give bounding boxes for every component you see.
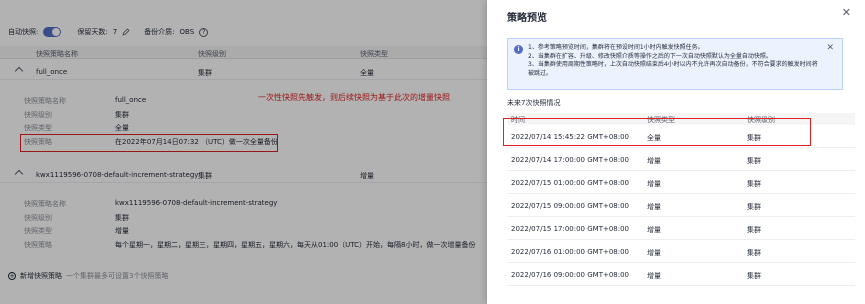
info-icon: i <box>514 45 523 54</box>
schedule-type: 增量 <box>647 157 661 165</box>
schedule-level: 集群 <box>747 157 761 165</box>
schedule-time: 2022/07/16 01:00:00 GMT+08:00 <box>511 248 630 256</box>
schedule-row: 2022/07/15 17:00:00 GMT+08:00 增量 集群 <box>507 218 855 240</box>
schedule-level: 集群 <box>747 249 761 257</box>
schedule-time: 2022/07/14 17:00:00 GMT+08:00 <box>511 156 630 164</box>
snapshot-policy-page: 自动快照: 保留天数: 7 备份介质: OBS ? 快照策略名称 快照级别 快照… <box>0 0 487 304</box>
schedule-row: 2022/07/15 01:00:00 GMT+08:00 增量 集群 <box>507 172 855 194</box>
schedule-row: 2022/07/14 17:00:00 GMT+08:00 增量 集群 <box>507 149 855 171</box>
schedule-time: 2022/07/16 09:00:00 GMT+08:00 <box>511 271 630 279</box>
schedule-row: 2022/07/15 09:00:00 GMT+08:00 增量 集群 <box>507 195 855 217</box>
policy-preview-drawer: 策略预览 ✕ i 1、参考策略预览时间，集群将在预设时间1小时内触发快照任务。 … <box>487 0 865 304</box>
schedule-row: 2022/07/16 01:00:00 GMT+08:00 增量 集群 <box>507 241 855 263</box>
info-line: 1、参考策略预览时间，集群将在预设时间1小时内触发快照任务。 <box>528 44 704 51</box>
schedule-level: 集群 <box>747 226 761 234</box>
schedule-row: 2022/07/16 09:00:00 GMT+08:00 增量 集群 <box>507 264 855 286</box>
schedule-level: 集群 <box>747 180 761 188</box>
schedule-type: 增量 <box>647 180 661 188</box>
alert-close-icon[interactable]: ✕ <box>826 43 834 53</box>
schedule-level: 集群 <box>747 272 761 280</box>
schedule-type: 增量 <box>647 272 661 280</box>
schedule-label: 未来7次快照情况 <box>507 99 561 107</box>
drawer-title: 策略预览 <box>507 13 547 24</box>
info-alert-text: 1、参考策略预览时间，集群将在预设时间1小时内触发快照任务。 2、当集群在扩容、… <box>528 44 820 78</box>
drawer-overlay[interactable] <box>0 0 487 304</box>
info-line: 3、当集群使用周期性策略时，上次自动快照结束后4小时以内不允许再次自动备份，不符… <box>528 61 818 77</box>
schedule-type: 增量 <box>647 203 661 211</box>
schedule-time: 2022/07/15 17:00:00 GMT+08:00 <box>511 225 630 233</box>
schedule-time: 2022/07/15 09:00:00 GMT+08:00 <box>511 202 630 210</box>
info-alert: i 1、参考策略预览时间，集群将在预设时间1小时内触发快照任务。 2、当集群在扩… <box>507 38 843 90</box>
schedule-type: 增量 <box>647 226 661 234</box>
schedule-time: 2022/07/15 01:00:00 GMT+08:00 <box>511 179 630 187</box>
highlight-box-first-snapshot <box>503 118 811 146</box>
schedule-type: 增量 <box>647 249 661 257</box>
schedule-level: 集群 <box>747 203 761 211</box>
close-icon[interactable]: ✕ <box>842 6 851 19</box>
info-line: 2、当集群在扩容、升级、修改快照介质等操作之后的下一次自动快照默认为全量自动快照… <box>528 52 772 60</box>
